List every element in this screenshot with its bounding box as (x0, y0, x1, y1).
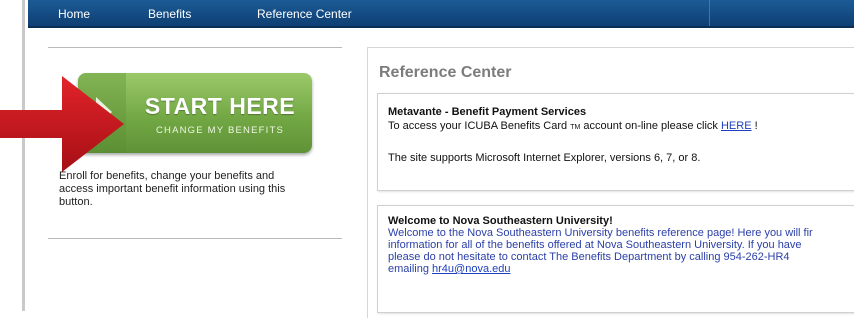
trademark-mark: TM (570, 124, 581, 131)
welcome-line-4: emailing hr4u@nova.edu (388, 263, 854, 275)
enroll-description: Enroll for benefits, change your benefit… (59, 170, 286, 208)
left-column-top-rule (48, 47, 342, 48)
nav-divider (709, 0, 710, 26)
email-link[interactable]: hr4u@nova.edu (432, 263, 510, 275)
nav-benefits[interactable]: Benefits (148, 7, 191, 21)
access-text-middle: account on-line please click (583, 120, 718, 132)
start-here-subtitle: CHANGE MY BENEFITS (155, 125, 285, 136)
access-text: To access your ICUBA Benefits Card (388, 120, 568, 132)
welcome-body: Welcome to the Nova Southeastern Univers… (388, 227, 854, 275)
welcome-line-2: information for all of the benefits offe… (388, 239, 802, 251)
top-navbar: Home Benefits Reference Center (28, 0, 854, 28)
metavante-heading: Metavante - Benefit Payment Services (388, 106, 587, 118)
welcome-line-3: please do not hesitate to contact The Be… (388, 251, 790, 263)
left-column-bottom-rule (48, 238, 342, 239)
nav-reference-center[interactable]: Reference Center (257, 7, 352, 21)
metavante-access-line: To access your ICUBA Benefits Card TM ac… (388, 120, 758, 132)
reference-center-title: Reference Center (379, 64, 512, 81)
emailing-text: emailing (388, 263, 429, 275)
access-text-suffix: ! (754, 120, 758, 132)
browser-support-line: The site supports Microsoft Internet Exp… (388, 152, 701, 164)
nav-home[interactable]: Home (58, 7, 90, 21)
welcome-heading: Welcome to Nova Southeastern University! (388, 215, 613, 227)
red-pointer-arrow-icon (0, 76, 124, 172)
here-link[interactable]: HERE (721, 120, 752, 132)
start-here-title: START HERE (144, 93, 296, 119)
welcome-line-1: Welcome to the Nova Southeastern Univers… (388, 227, 813, 239)
